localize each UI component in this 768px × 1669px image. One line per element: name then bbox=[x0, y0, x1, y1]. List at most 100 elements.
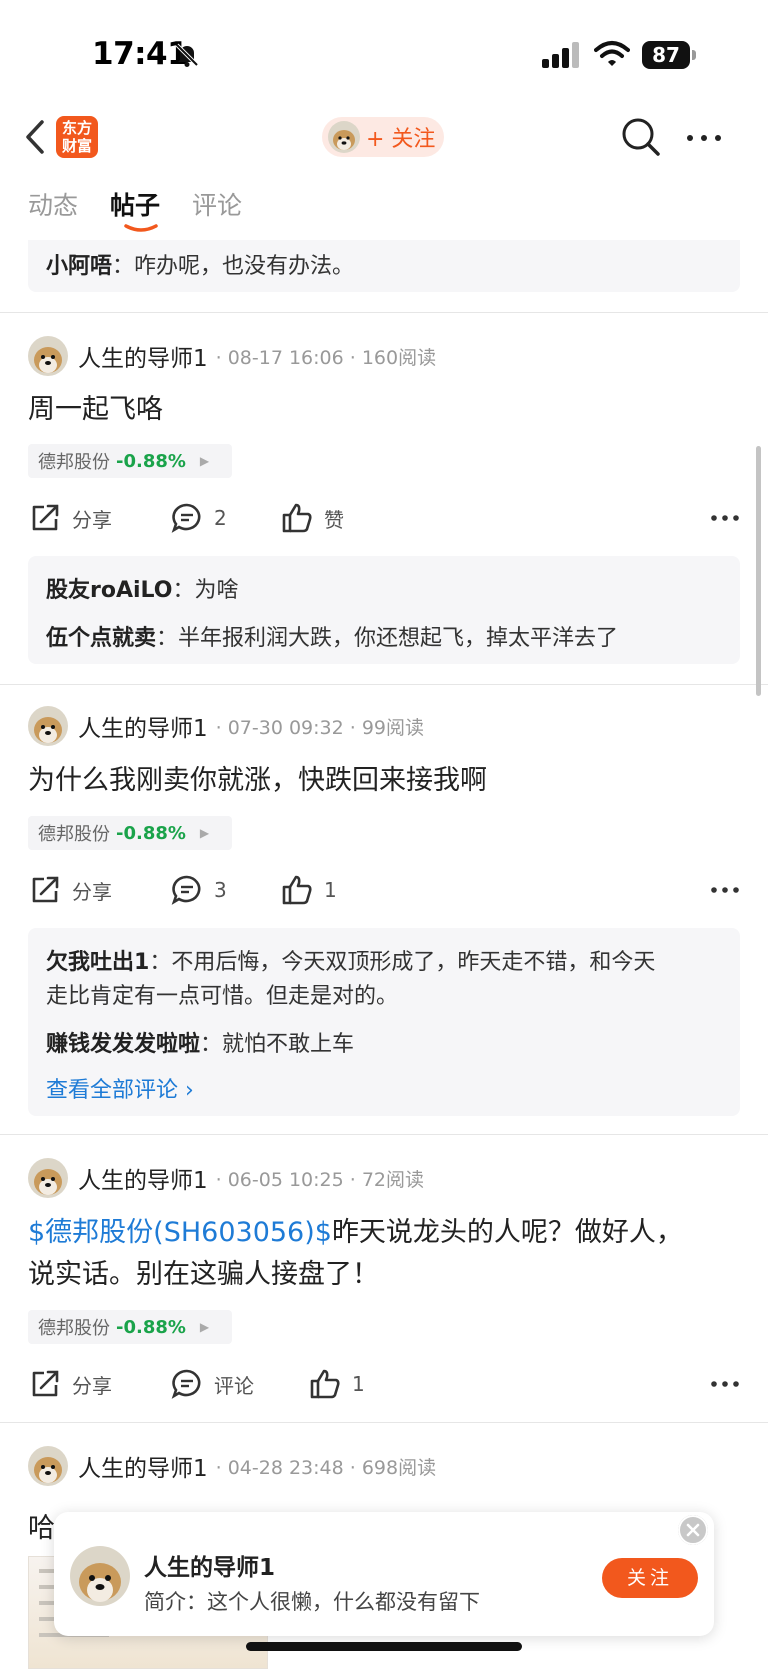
post-meta: · 04-28 23:48 · 698阅读 bbox=[215, 1456, 437, 1479]
reply-text: 半年报利润大跌，你还想起飞，掉太平洋去了 bbox=[178, 626, 619, 651]
reply-text: 就怕不敢上车 bbox=[222, 1032, 355, 1057]
share-button[interactable]: 分享 bbox=[28, 498, 112, 538]
author-profile-card[interactable]: 人生的导师1 简介：这个人很懒，什么都没有留下 关注 bbox=[54, 1512, 714, 1636]
post-title-text: 说实话。别在这骗人接盘了！ bbox=[28, 1259, 379, 1290]
post-title-text: 昨天说龙头的人呢？做好人， bbox=[331, 1217, 683, 1248]
post-title[interactable]: 周一起飞咯 bbox=[28, 389, 740, 431]
battery-nub bbox=[692, 50, 696, 60]
comment-button[interactable]: 评论 bbox=[170, 1364, 254, 1404]
comment-button[interactable]: 3 bbox=[170, 870, 227, 910]
post-header: 人生的导师1 · 06-05 10:25 · 72阅读 bbox=[28, 1158, 424, 1198]
author-avatar[interactable] bbox=[28, 336, 68, 376]
comment-button[interactable]: 2 bbox=[170, 498, 227, 538]
post-header: 人生的导师1 · 08-17 16:06 · 160阅读 bbox=[28, 336, 436, 376]
author-avatar[interactable] bbox=[70, 1546, 130, 1606]
more-options-icon[interactable] bbox=[710, 508, 740, 528]
stock-change: -0.88% bbox=[116, 1316, 186, 1338]
post-actions: 分享 3 1 bbox=[28, 870, 740, 910]
reply-line[interactable]: 伍个点就卖：半年报利润大跌，你还想起飞，掉太平洋去了 bbox=[46, 620, 618, 652]
share-label: 分享 bbox=[72, 1373, 112, 1398]
thumbs-up-icon bbox=[282, 875, 312, 905]
more-options-icon[interactable] bbox=[684, 128, 724, 148]
reply-line[interactable]: 欠我吐出1：不用后悔，今天双顶形成了，昨天走不错，和今天 bbox=[46, 944, 655, 976]
like-button[interactable]: 赞 bbox=[280, 498, 344, 538]
author-avatar[interactable] bbox=[28, 1158, 68, 1198]
post-title[interactable]: 哈 bbox=[28, 1506, 55, 1545]
profile-name: 人生的导师1 bbox=[144, 1555, 276, 1581]
author-avatar[interactable] bbox=[28, 706, 68, 746]
dog-avatar-icon bbox=[328, 121, 360, 153]
post-actions: 分享 评论 1 bbox=[28, 1364, 740, 1404]
author-name[interactable]: 人生的导师1 bbox=[78, 709, 208, 743]
search-icon[interactable] bbox=[620, 116, 662, 158]
scrollbar[interactable] bbox=[756, 446, 761, 696]
home-indicator[interactable] bbox=[246, 1642, 522, 1651]
status-bar: 17:41 87 bbox=[0, 0, 768, 108]
tab-dynamics[interactable]: 动态 bbox=[28, 186, 78, 236]
comment-count: 3 bbox=[214, 878, 227, 902]
author-name[interactable]: 人生的导师1 bbox=[78, 1161, 208, 1195]
battery-level: 87 bbox=[642, 41, 690, 69]
post-title[interactable]: 为什么我刚卖你就涨，快跌回来接我啊 bbox=[28, 760, 740, 802]
post-meta: · 06-05 10:25 · 72阅读 bbox=[215, 1168, 425, 1191]
thumbs-up-icon bbox=[310, 1369, 340, 1399]
back-chevron-icon[interactable] bbox=[22, 118, 48, 156]
app-logo[interactable]: 东方 财富 bbox=[56, 116, 98, 158]
reply-text: 不用后悔，今天双顶形成了，昨天走不错，和今天 bbox=[171, 950, 656, 975]
cellular-signal-icon bbox=[542, 42, 579, 68]
active-tab-indicator bbox=[124, 224, 158, 232]
divider bbox=[0, 1422, 768, 1423]
reply-text: 为啥 bbox=[194, 578, 239, 603]
author-name[interactable]: 人生的导师1 bbox=[78, 1449, 208, 1483]
bell-muted-icon bbox=[175, 43, 199, 67]
reply-box: 欠我吐出1：不用后悔，今天双顶形成了，昨天走不错，和今天 走比肯定有一点可惜。但… bbox=[28, 928, 740, 1116]
reply-user[interactable]: 欠我吐出1 bbox=[46, 950, 149, 975]
follow-button[interactable]: 关注 bbox=[602, 1558, 698, 1598]
like-count: 1 bbox=[352, 1372, 365, 1396]
like-button[interactable]: 1 bbox=[280, 870, 337, 910]
battery-indicator: 87 bbox=[642, 41, 696, 69]
close-icon[interactable] bbox=[678, 1515, 708, 1545]
post-actions: 分享 2 赞 bbox=[28, 498, 740, 538]
reply-line[interactable]: 赚钱发发发啦啦：就怕不敢上车 bbox=[46, 1026, 354, 1058]
share-label: 分享 bbox=[72, 507, 112, 532]
more-options-icon[interactable] bbox=[710, 880, 740, 900]
stock-chip[interactable]: 德邦股份 -0.88% ▶ bbox=[28, 444, 232, 478]
comment-icon bbox=[171, 1369, 201, 1399]
share-icon bbox=[32, 876, 59, 903]
share-label: 分享 bbox=[72, 879, 112, 904]
follow-pill-button[interactable]: + 关注 bbox=[322, 117, 444, 157]
reply-user[interactable]: 股友roAiLO bbox=[46, 578, 172, 603]
share-button[interactable]: 分享 bbox=[28, 1364, 112, 1404]
reply-line-continued[interactable]: 走比肯定有一点可惜。但走是对的。 bbox=[46, 978, 398, 1010]
stock-change: -0.88% bbox=[116, 450, 186, 472]
share-button[interactable]: 分享 bbox=[28, 870, 112, 910]
wifi-icon bbox=[594, 41, 630, 66]
post-title[interactable]: $德邦股份(SH603056)$昨天说龙头的人呢？做好人， 说实话。别在这骗人接… bbox=[28, 1212, 740, 1296]
share-icon bbox=[32, 504, 59, 531]
reply-line[interactable]: 小阿唔：咋办呢，也没有办法。 bbox=[46, 248, 354, 280]
view-all-comments-link[interactable]: 查看全部评论 › bbox=[46, 1072, 194, 1104]
author-avatar[interactable] bbox=[28, 1446, 68, 1486]
stock-chip[interactable]: 德邦股份 -0.88% ▶ bbox=[28, 1310, 232, 1344]
tab-comments[interactable]: 评论 bbox=[192, 186, 242, 236]
more-options-icon[interactable] bbox=[710, 1374, 740, 1394]
reply-line[interactable]: 股友roAiLO：为啥 bbox=[46, 572, 239, 604]
divider bbox=[0, 1134, 768, 1135]
reply-user[interactable]: 小阿唔 bbox=[46, 254, 112, 279]
stock-cashtag-link[interactable]: $德邦股份(SH603056)$ bbox=[28, 1217, 332, 1248]
stock-name: 德邦股份 bbox=[38, 824, 110, 845]
reply-user[interactable]: 伍个点就卖 bbox=[46, 626, 156, 651]
author-name[interactable]: 人生的导师1 bbox=[78, 339, 208, 373]
like-count: 1 bbox=[324, 878, 337, 902]
reply-user[interactable]: 赚钱发发发啦啦 bbox=[46, 1032, 200, 1057]
comment-count: 2 bbox=[214, 506, 227, 530]
follow-label: + 关注 bbox=[366, 127, 436, 152]
like-button[interactable]: 1 bbox=[308, 1364, 365, 1404]
profile-bio: 简介：这个人很懒，什么都没有留下 bbox=[144, 1590, 480, 1614]
stock-chip[interactable]: 德邦股份 -0.88% ▶ bbox=[28, 816, 232, 850]
play-arrow-icon: ▶ bbox=[199, 454, 210, 468]
play-arrow-icon: ▶ bbox=[199, 826, 210, 840]
thumbs-up-icon bbox=[282, 503, 312, 533]
stock-name: 德邦股份 bbox=[38, 1318, 110, 1339]
